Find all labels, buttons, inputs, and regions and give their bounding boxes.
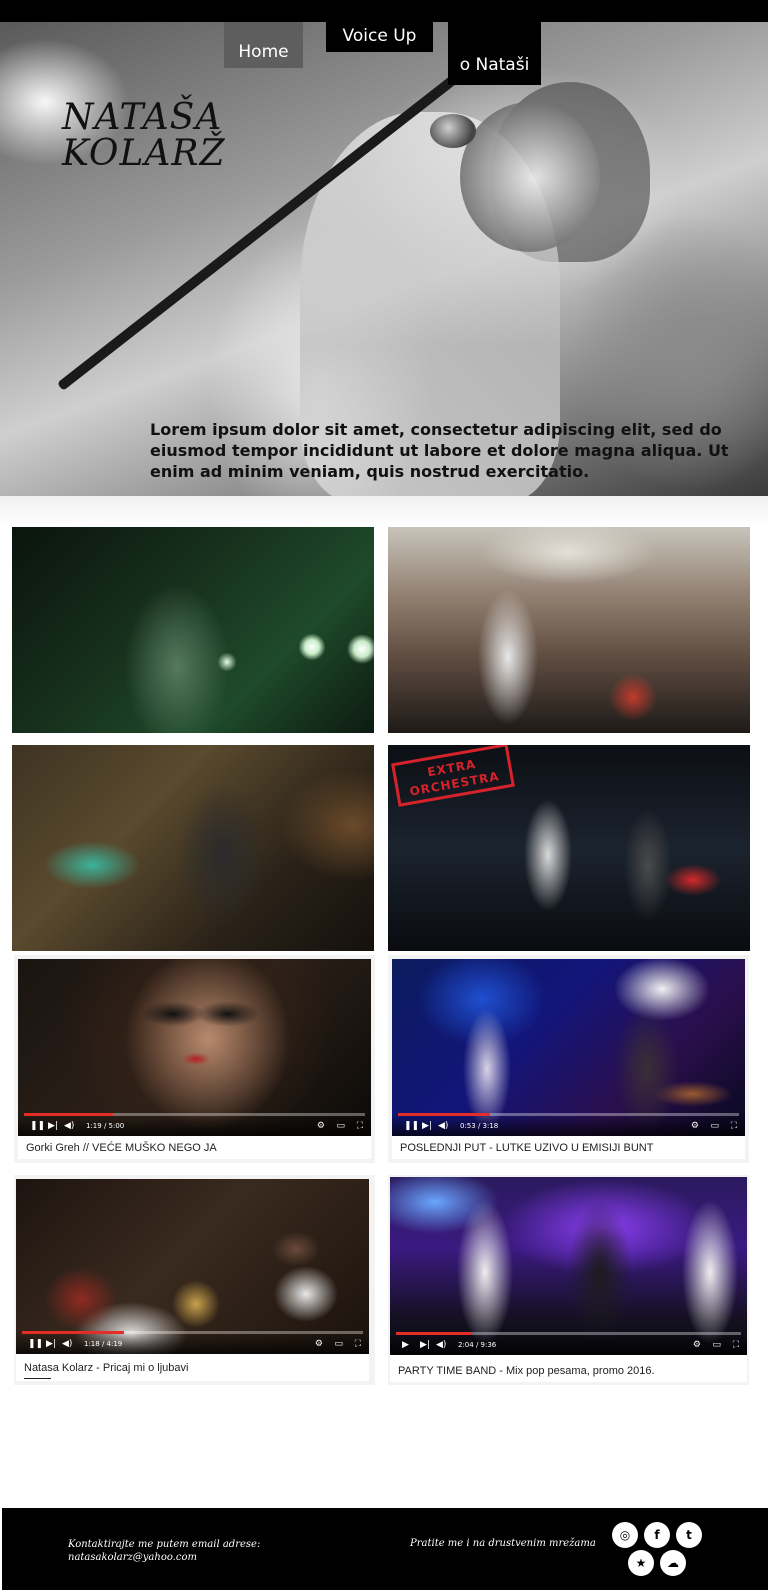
progress-fill [398, 1113, 491, 1116]
theater-icon[interactable]: ▭ [712, 1339, 721, 1351]
follow-label: Pratite me i na drustvenim mrežama [410, 1538, 596, 1549]
video-card-3: ❚❚ ▶| ◀) 1:18 / 4:19 ⚙ ▭ ⛶ Natasa Kolarz… [14, 1175, 375, 1385]
gallery-photo-3[interactable] [12, 745, 374, 951]
soundcloud-icon[interactable]: ☁ [660, 1550, 686, 1576]
video-player-4[interactable]: ▶ ▶| ◀) 2:04 / 9:36 ⚙ ▭ ⛶ [390, 1177, 747, 1355]
volume-icon[interactable]: ◀) [438, 1120, 448, 1132]
settings-icon[interactable]: ⚙ [691, 1120, 699, 1132]
contact-label: Kontaktirajte me putem email adrese: [68, 1539, 261, 1550]
instagram-icon[interactable]: ◎ [612, 1522, 638, 1548]
pause-icon[interactable]: ❚❚ [404, 1120, 419, 1132]
progress-fill [24, 1113, 113, 1116]
video-card-1: ❚❚ ▶| ◀) 1:19 / 5:00 ⚙ ▭ ⛶ Gorki Greh //… [14, 955, 375, 1163]
microphone-icon [430, 114, 476, 148]
fullscreen-icon[interactable]: ⛶ [733, 1339, 739, 1351]
video-card-4: ▶ ▶| ◀) 2:04 / 9:36 ⚙ ▭ ⛶ PARTY TIME BAN… [388, 1175, 749, 1385]
hero-shadow [0, 496, 768, 526]
footer: Kontaktirajte me putem email adrese: nat… [2, 1508, 768, 1590]
volume-icon[interactable]: ◀) [64, 1120, 74, 1132]
video-title[interactable]: Gorki Greh // VEĆE MUŠKO NEGO JA [18, 1136, 371, 1159]
video-time: 2:04 / 9:36 [458, 1341, 497, 1349]
nav-voice-up[interactable]: Voice Up [326, 22, 433, 52]
next-icon[interactable]: ▶| [420, 1339, 430, 1351]
pause-icon[interactable]: ❚❚ [28, 1338, 43, 1350]
site-logo[interactable]: NATAŠA KOLARŽ [62, 100, 225, 172]
page: Home Voice Up o Nataši NATAŠA KOLARŽ Lor… [0, 0, 768, 1590]
video-player-2[interactable]: ❚❚ ▶| ◀) 0:53 / 3:18 ⚙ ▭ ⛶ [392, 959, 745, 1136]
video-time: 0:53 / 3:18 [460, 1122, 499, 1130]
fullscreen-icon[interactable]: ⛶ [355, 1338, 361, 1350]
next-icon[interactable]: ▶| [422, 1120, 432, 1132]
caption-underline [24, 1378, 51, 1379]
volume-icon[interactable]: ◀) [62, 1338, 72, 1350]
nav-o-natasi[interactable]: o Nataši [448, 22, 541, 85]
next-icon[interactable]: ▶| [48, 1120, 58, 1132]
next-icon[interactable]: ▶| [46, 1338, 56, 1350]
video-progress-bar[interactable] [24, 1113, 365, 1116]
gallery-photo-2[interactable] [388, 527, 750, 733]
gallery-photo-1[interactable] [12, 527, 374, 733]
settings-icon[interactable]: ⚙ [317, 1120, 325, 1132]
volume-icon[interactable]: ◀) [436, 1339, 446, 1351]
video-card-2: ❚❚ ▶| ◀) 0:53 / 3:18 ⚙ ▭ ⛶ POSLEDNJI PUT… [388, 955, 749, 1163]
video-progress-bar[interactable] [396, 1332, 741, 1335]
video-title[interactable]: PARTY TIME BAND - Mix pop pesama, promo … [390, 1355, 747, 1382]
settings-icon[interactable]: ⚙ [693, 1339, 701, 1351]
progress-fill [22, 1331, 125, 1334]
video-title[interactable]: Natasa Kolarz - Pricaj mi o ljubavi [16, 1354, 369, 1381]
logo-line2: KOLARŽ [62, 133, 226, 174]
twitter-icon[interactable]: t [676, 1522, 702, 1548]
video-player-3[interactable]: ❚❚ ▶| ◀) 1:18 / 4:19 ⚙ ▭ ⛶ [16, 1179, 369, 1354]
progress-fill [396, 1332, 472, 1335]
contact-info: Kontaktirajte me putem email adrese: nat… [68, 1538, 260, 1564]
video-player-1[interactable]: ❚❚ ▶| ◀) 1:19 / 5:00 ⚙ ▭ ⛶ [18, 959, 371, 1136]
theater-icon[interactable]: ▭ [336, 1120, 345, 1132]
video-progress-bar[interactable] [398, 1113, 739, 1116]
top-bar [0, 0, 768, 22]
contact-email[interactable]: natasakolarz@yahoo.com [68, 1551, 260, 1564]
video-title-text: Natasa Kolarz - Pricaj mi o ljubavi [24, 1362, 189, 1374]
hero-banner: Home Voice Up o Nataši NATAŠA KOLARŽ Lor… [0, 0, 768, 496]
video-progress-bar[interactable] [22, 1331, 363, 1334]
theater-icon[interactable]: ▭ [334, 1338, 343, 1350]
pause-icon[interactable]: ❚❚ [30, 1120, 45, 1132]
settings-icon[interactable]: ⚙ [315, 1338, 323, 1350]
nav-home[interactable]: Home [224, 22, 303, 68]
star-icon[interactable]: ★ [628, 1550, 654, 1576]
hero-text: Lorem ipsum dolor sit amet, consectetur … [150, 420, 729, 481]
gallery-photo-4[interactable]: EXTRA ORCHESTRA [388, 745, 750, 951]
play-icon[interactable]: ▶ [402, 1339, 409, 1351]
facebook-icon[interactable]: f [644, 1522, 670, 1548]
fullscreen-icon[interactable]: ⛶ [731, 1120, 737, 1132]
fullscreen-icon[interactable]: ⛶ [357, 1120, 363, 1132]
video-time: 1:18 / 4:19 [84, 1340, 123, 1348]
logo-line1: NATAŠA [62, 97, 223, 138]
video-time: 1:19 / 5:00 [86, 1122, 125, 1130]
extra-orchestra-stamp: EXTRA ORCHESTRA [391, 745, 515, 807]
theater-icon[interactable]: ▭ [710, 1120, 719, 1132]
video-title[interactable]: POSLEDNJI PUT - LUTKE UZIVO U EMISIJI BU… [392, 1136, 745, 1159]
